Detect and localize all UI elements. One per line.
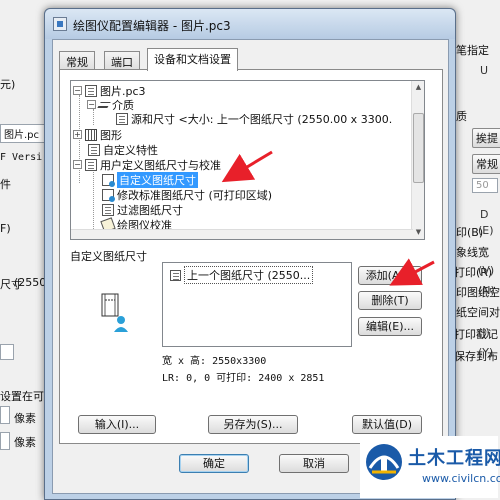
tree-guide-line — [93, 167, 94, 237]
tab-port[interactable]: 端口 — [104, 51, 140, 70]
tree-item-label: 过滤图纸尺寸 — [117, 203, 183, 217]
bg-right-text: 象线宽 — [456, 246, 489, 259]
bg-right-text: (Y) — [478, 346, 494, 359]
bg-right-text: U — [480, 64, 489, 77]
background-right-panel: 笔指定 质 挨提 常规 50 印(B) 象线宽 打印(R) 印图纸空 纸空间对 … — [452, 40, 500, 500]
filter-paper-icon — [102, 203, 114, 216]
bg-left-text[interactable]: 图片.pc — [0, 124, 48, 143]
tree-item-label: 源和尺寸 <大小: 上一个图纸尺寸 (2550.00 x 3300. — [131, 112, 393, 126]
tree-item-modify-standard-paper[interactable]: 修改标准图纸尺寸 (可打印区域) — [99, 187, 272, 202]
civil-logo-icon — [366, 444, 402, 480]
paper-size-preview-icon — [101, 293, 128, 332]
tree-item-custom-paper-size[interactable]: 自定义图纸尺寸 — [99, 171, 198, 188]
ok-button[interactable]: 确定 — [179, 454, 249, 473]
watermark-title: 土木工程网 — [408, 448, 500, 469]
bg-right-text: (E) — [478, 224, 494, 237]
tree-vertical-scrollbar[interactable]: ▲ ▼ — [411, 81, 424, 239]
plotter-app-icon — [53, 17, 67, 31]
modify-paper-icon — [102, 188, 115, 202]
bg-left-text: F Versi — [0, 152, 43, 163]
defaults-button[interactable]: 默认值(D) — [352, 415, 422, 434]
bg-left-text: F) — [0, 222, 11, 235]
scroll-thumb[interactable] — [413, 113, 424, 183]
watermark-url: www.civilcn.com — [422, 472, 500, 485]
tree-item-media[interactable]: − 介质 — [87, 97, 134, 112]
add-button[interactable]: 添加(A)... — [358, 266, 422, 285]
site-watermark: 土木工程网 www.civilcn.com — [360, 436, 500, 498]
printable-area-text: LR: 0, 0 可打印: 2400 x 2851 — [162, 373, 325, 384]
bg-left-text: 像素 — [14, 412, 36, 425]
custom-property-icon — [88, 143, 100, 156]
bg-left-text: 件 — [0, 178, 11, 191]
collapse-icon[interactable]: − — [87, 100, 96, 109]
scroll-up-arrow-icon[interactable]: ▲ — [412, 81, 424, 94]
bg-pixel-input[interactable] — [0, 406, 10, 424]
delete-button[interactable]: 删除(T) — [358, 291, 422, 310]
tree-horizontal-scrollbar[interactable] — [71, 229, 413, 239]
bg-right-input[interactable]: 50 — [472, 178, 498, 193]
custom-paper-icon — [102, 173, 115, 187]
bg-right-text: 纸空间对 — [456, 306, 500, 319]
bg-right-button[interactable]: 常规 — [472, 154, 500, 174]
edit-button[interactable]: 编辑(E)... — [358, 317, 422, 336]
tree-item-label: 图形 — [100, 128, 122, 142]
settings-tree[interactable]: − 图片.pc3 − 介质 源和尺寸 <大小: 上一个图纸尺寸 (2550.00… — [70, 80, 425, 240]
tree-item-root[interactable]: − 图片.pc3 — [73, 83, 146, 98]
media-icon — [97, 101, 111, 108]
device-settings-panel: − 图片.pc3 − 介质 源和尺寸 <大小: 上一个图纸尺寸 (2550.00… — [59, 69, 443, 444]
user-defined-icon — [85, 158, 97, 171]
expand-icon[interactable]: + — [73, 130, 82, 139]
dialog-title: 绘图仪配置编辑器 - 图片.pc3 — [73, 19, 231, 33]
paper-dimensions-text: 宽 x 高: 2550x3300 — [162, 356, 267, 367]
save-as-button[interactable]: 另存为(S)... — [208, 415, 298, 434]
tree-item-label: 自定义特性 — [103, 143, 158, 157]
bg-right-text: 笔指定 — [456, 44, 489, 57]
background-left-panel: 元) 图片.pc F Versi 件 F) 尺寸 (2550 设置在可打 像素 … — [0, 40, 55, 500]
bg-left-text: 像素 — [14, 436, 36, 449]
plotter-config-dialog: 绘图仪配置编辑器 - 图片.pc3 常规 端口 设备和文档设置 − 图片.pc3… — [44, 8, 456, 500]
paper-size-list[interactable]: 上一个图纸尺寸 (2550... — [162, 262, 352, 347]
graphics-icon — [85, 128, 97, 141]
cancel-button[interactable]: 取消 — [279, 454, 349, 473]
dialog-client-area: 常规 端口 设备和文档设置 − 图片.pc3 − 介质 源和尺寸 <大小: 上一… — [52, 39, 449, 494]
tree-item-filter-paper[interactable]: 过滤图纸尺寸 — [99, 202, 183, 217]
tab-general[interactable]: 常规 — [59, 51, 95, 70]
list-item-label: 上一个图纸尺寸 (2550... — [184, 266, 314, 284]
tree-item-source-size[interactable]: 源和尺寸 <大小: 上一个图纸尺寸 (2550.00 x 3300. — [113, 111, 392, 126]
collapse-icon[interactable]: − — [73, 160, 82, 169]
tree-item-label-selected: 自定义图纸尺寸 — [117, 171, 198, 188]
bg-pixel-input[interactable] — [0, 432, 10, 450]
tree-item-label: 修改标准图纸尺寸 (可打印区域) — [117, 188, 273, 202]
bg-right-text: 质 — [456, 110, 467, 123]
list-item[interactable]: 上一个图纸尺寸 (2550... — [167, 266, 314, 284]
bg-left-text: (2550 — [14, 276, 47, 289]
tab-device-document-settings[interactable]: 设备和文档设置 — [147, 48, 238, 71]
paper-icon — [170, 269, 181, 281]
bg-right-text: D — [480, 208, 489, 221]
bg-right-text: (N) — [478, 284, 495, 297]
group-label: 自定义图纸尺寸 — [70, 250, 147, 263]
tree-item-custom-properties[interactable]: 自定义特性 — [85, 142, 158, 157]
bg-right-button[interactable]: 挨提 — [472, 128, 500, 148]
bg-right-text: (J) — [478, 326, 490, 339]
collapse-icon[interactable]: − — [73, 86, 82, 95]
dialog-titlebar[interactable]: 绘图仪配置编辑器 - 图片.pc3 — [45, 9, 455, 39]
bg-right-text: (V) — [478, 264, 495, 277]
printer-config-icon — [85, 84, 97, 97]
bg-right-text: 打印戳记 — [454, 328, 498, 341]
bg-dropdown[interactable] — [0, 344, 14, 360]
custom-paper-size-group: 自定义图纸尺寸 上一个图纸尺寸 (2550... 宽 x 高: 2550x330… — [70, 248, 425, 388]
tree-item-user-defined[interactable]: − 用户定义图纸尺寸与校准 — [73, 157, 221, 172]
bg-left-text: 元) — [0, 78, 16, 91]
paper-icon — [116, 112, 128, 125]
import-button[interactable]: 输入(I)... — [78, 415, 156, 434]
tree-item-label: 用户定义图纸尺寸与校准 — [100, 158, 221, 172]
tree-item-graphics[interactable]: + 图形 — [73, 127, 122, 142]
scroll-down-arrow-icon[interactable]: ▼ — [412, 226, 424, 239]
